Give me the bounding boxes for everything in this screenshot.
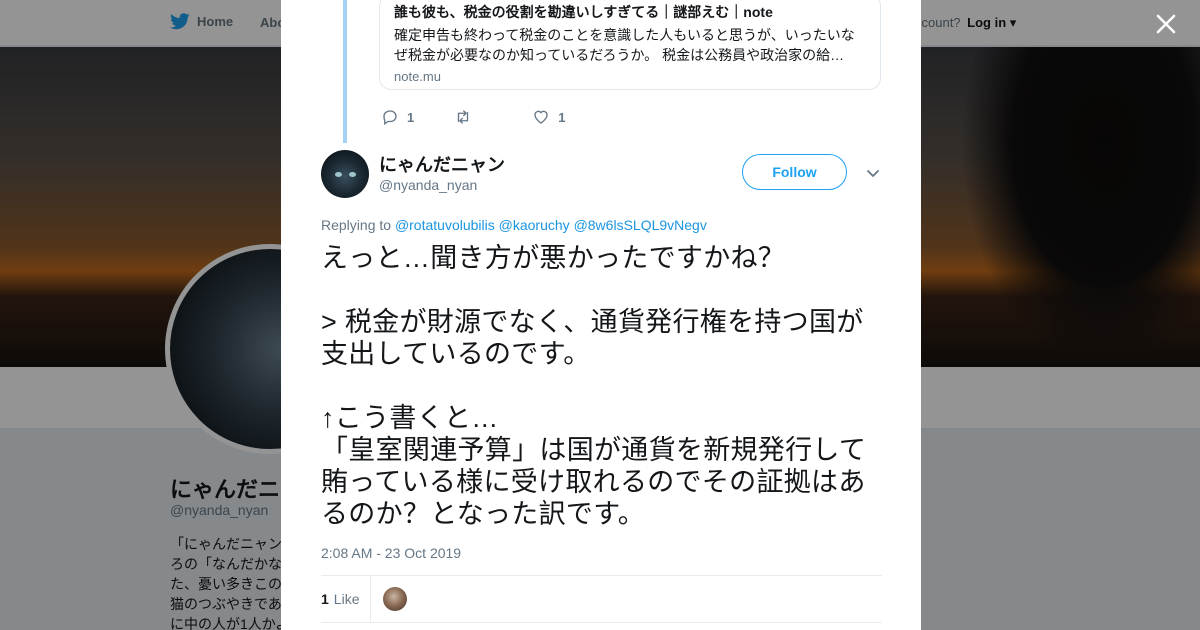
avatar-eye [349, 172, 356, 177]
author-handle[interactable]: @nyanda_nyan [379, 177, 477, 193]
tweet-line [321, 370, 883, 402]
like-count: 1 [558, 109, 566, 125]
replying-to-prefix: Replying to [321, 217, 392, 233]
tweet-line: > 税金が財源でなく、通貨発行権を持つ国が支出しているのです。 [321, 307, 864, 369]
mention-link[interactable]: @rotatuvolubilis [395, 217, 495, 233]
author-avatar[interactable] [321, 150, 369, 198]
mention-link[interactable]: @8w6lsSLQL9vNegv [574, 217, 707, 233]
parent-tweet-actions: 1 1 [381, 108, 565, 126]
liker-avatar[interactable] [383, 587, 408, 611]
avatar-eye [335, 172, 342, 177]
link-card[interactable]: 誰も彼も、税金の役割を勘違いしすぎてる｜謎部えむ｜note 確定申告も終わって税… [379, 0, 881, 90]
tweet-line: えっと…聞き方が悪かったですかね？ [321, 243, 786, 273]
close-icon [1156, 14, 1176, 34]
tweet-stats: 1 Like [321, 575, 882, 623]
tweet-modal: 誰も彼も、税金の役割を勘違いしすぎてる｜謎部えむ｜note 確定申告も終わって税… [281, 0, 921, 630]
link-card-description: 確定申告も終わって税金のことを意識した人もいると思うが、いったいなぜ税金が必要な… [394, 27, 855, 63]
tweet-line: 「皇室関連予算」は国が通貨を新規発行して賄っている様に受け取れるのでその証拠はあ… [321, 435, 867, 529]
link-card-title: 誰も彼も、税金の役割を勘違いしすぎてる｜謎部えむ｜note [394, 4, 773, 20]
likes-stat[interactable]: 1 Like [321, 576, 372, 622]
retweet-icon [458, 110, 469, 124]
follow-button[interactable]: Follow [742, 154, 847, 190]
replying-to: Replying to @rotatuvolubilis @kaoruchy @… [321, 217, 707, 233]
reply-count: 1 [407, 109, 415, 125]
author-name[interactable]: にゃんだニャン [379, 151, 505, 177]
tweet-timestamp[interactable]: 2:08 AM - 23 Oct 2019 [321, 545, 461, 561]
link-card-domain: note.mu [394, 69, 441, 84]
likes-count: 1 [321, 591, 329, 607]
tweet-line: ↑こう書くと… [321, 403, 499, 433]
reply-icon [383, 110, 397, 126]
tweet-line [321, 274, 883, 306]
like-button[interactable]: 1 [532, 108, 565, 126]
reply-button[interactable]: 1 [381, 108, 414, 126]
conversation-thread-line [343, 0, 347, 143]
heart-icon [534, 110, 548, 124]
close-button[interactable] [1153, 11, 1179, 37]
likes-label: Like [333, 591, 360, 607]
tweet-text: えっと…聞き方が悪かったですかね？ > 税金が財源でなく、通貨発行権を持つ国が支… [321, 242, 883, 530]
retweet-button[interactable] [454, 108, 480, 126]
mention-link[interactable]: @kaoruchy [499, 217, 570, 233]
chevron-down-icon[interactable] [865, 165, 881, 181]
